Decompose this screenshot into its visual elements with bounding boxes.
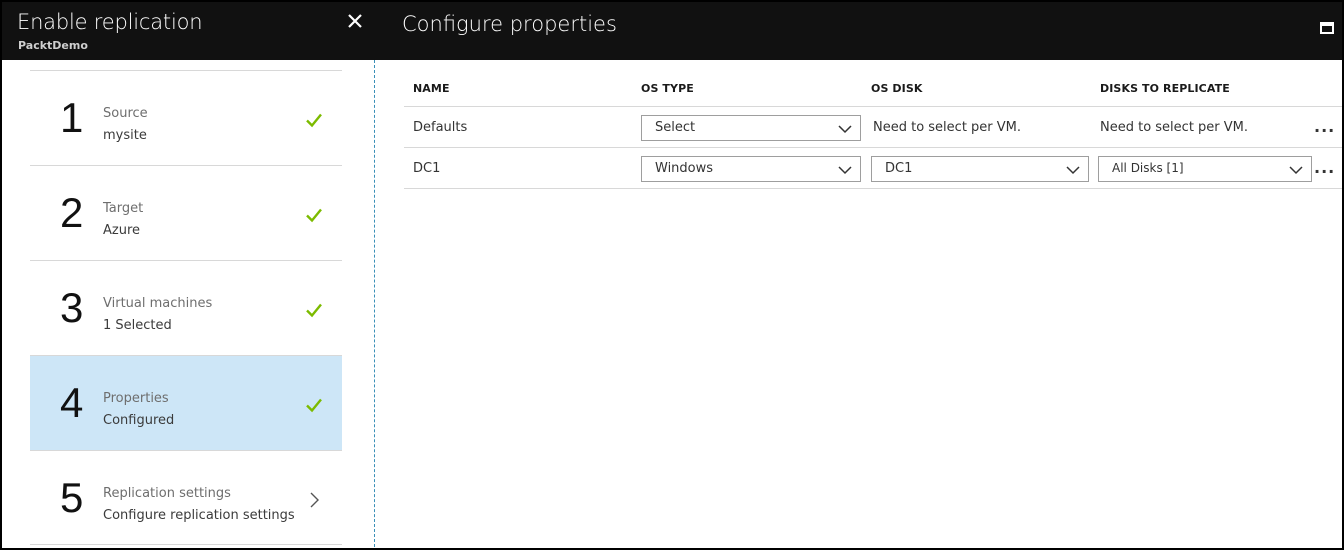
disks-to-replicate-dropdown[interactable]: All Disks [1] bbox=[1098, 156, 1312, 182]
vm-name: DC1 bbox=[413, 161, 441, 176]
step-target[interactable]: 2 Target Azure bbox=[30, 165, 342, 260]
close-icon[interactable] bbox=[344, 10, 366, 32]
left-blade-header: Enable replication PacktDemo bbox=[2, 2, 374, 60]
step-label: Virtual machines bbox=[103, 296, 213, 311]
step-virtual-machines[interactable]: 3 Virtual machines 1 Selected bbox=[30, 260, 342, 355]
step-number: 3 bbox=[60, 284, 84, 331]
step-number: 2 bbox=[60, 189, 84, 236]
chevron-down-icon bbox=[838, 166, 852, 175]
column-header-os-type: OS TYPE bbox=[641, 82, 694, 95]
more-options-button[interactable]: ... bbox=[1314, 158, 1335, 177]
step-value: Configure replication settings bbox=[103, 508, 295, 523]
step-number: 4 bbox=[60, 379, 84, 426]
table-header: NAME OS TYPE OS DISK DISKS TO REPLICATE bbox=[404, 74, 1342, 107]
selected-value: Windows bbox=[655, 161, 714, 176]
column-header-disks-to-replicate: DISKS TO REPLICATE bbox=[1100, 82, 1230, 95]
table-row: DC1 Windows DC1 All Disks [1] ... bbox=[404, 148, 1342, 189]
maximize-icon[interactable] bbox=[1320, 22, 1334, 34]
step-properties[interactable]: 4 Properties Configured bbox=[30, 355, 342, 450]
os-type-dropdown[interactable]: Select bbox=[641, 115, 861, 141]
vm-name: Defaults bbox=[413, 120, 468, 135]
step-value: mysite bbox=[103, 128, 147, 143]
step-value: Configured bbox=[103, 413, 175, 428]
blade-divider bbox=[374, 60, 375, 548]
checkmark-icon bbox=[305, 111, 323, 129]
step-label: Target bbox=[103, 201, 144, 216]
chevron-down-icon bbox=[1289, 166, 1303, 175]
wizard-steps: 1 Source mysite 2 Target Azure 3 Virtual… bbox=[30, 70, 342, 545]
os-disk-value: Need to select per VM. bbox=[873, 120, 1022, 135]
configure-properties-header: Configure properties bbox=[374, 2, 1342, 60]
column-header-name: NAME bbox=[413, 82, 450, 95]
blade-title: Configure properties bbox=[402, 12, 617, 36]
selected-value: DC1 bbox=[885, 161, 913, 176]
step-label: Replication settings bbox=[103, 486, 231, 501]
selected-value: Select bbox=[655, 120, 696, 135]
selected-value: All Disks [1] bbox=[1112, 161, 1184, 175]
properties-table: NAME OS TYPE OS DISK DISKS TO REPLICATE … bbox=[404, 74, 1342, 189]
column-header-os-disk: OS DISK bbox=[871, 82, 923, 95]
step-value: Azure bbox=[103, 223, 141, 238]
os-type-dropdown[interactable]: Windows bbox=[641, 156, 861, 182]
blade-subtitle: PacktDemo bbox=[18, 39, 88, 52]
table-row: Defaults Select Need to select per VM. N… bbox=[404, 107, 1342, 148]
step-number: 1 bbox=[60, 94, 84, 141]
os-disk-dropdown[interactable]: DC1 bbox=[871, 156, 1089, 182]
step-number: 5 bbox=[60, 474, 84, 521]
step-replication-settings[interactable]: 5 Replication settings Configure replica… bbox=[30, 450, 342, 545]
checkmark-icon bbox=[305, 206, 323, 224]
chevron-right-icon bbox=[305, 491, 323, 509]
chevron-down-icon bbox=[1066, 166, 1080, 175]
step-label: Properties bbox=[103, 391, 169, 406]
enable-replication-blade: Enable replication PacktDemo 1 Source my… bbox=[2, 2, 374, 548]
checkmark-icon bbox=[305, 396, 323, 414]
more-options-button[interactable]: ... bbox=[1314, 117, 1335, 136]
disks-to-replicate-value: Need to select per VM. bbox=[1100, 120, 1249, 135]
window-frame: Enable replication PacktDemo 1 Source my… bbox=[0, 0, 1344, 550]
chevron-down-icon bbox=[838, 125, 852, 134]
step-source[interactable]: 1 Source mysite bbox=[30, 70, 342, 165]
blade-title: Enable replication bbox=[17, 10, 203, 34]
step-label: Source bbox=[103, 106, 148, 121]
checkmark-icon bbox=[305, 301, 323, 319]
step-value: 1 Selected bbox=[103, 318, 172, 333]
